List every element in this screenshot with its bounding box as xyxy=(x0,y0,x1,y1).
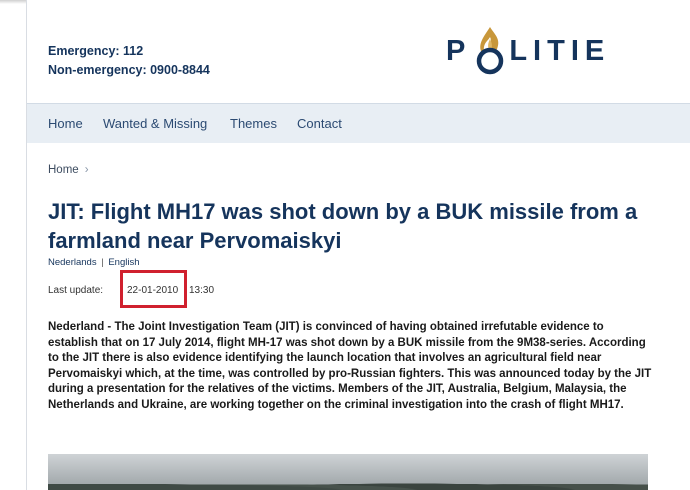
logo-wordmark: P LITIE xyxy=(446,25,610,77)
nav-themes[interactable]: Themes xyxy=(230,116,277,131)
site-header: Emergency: 112 Non-emergency: 0900-8844 … xyxy=(27,0,690,103)
flame-emblem-icon xyxy=(473,25,507,77)
chevron-right-icon: › xyxy=(84,164,89,176)
nav-home[interactable]: Home xyxy=(48,116,83,131)
hero-treeline xyxy=(48,476,648,490)
non-emergency-number: Non-emergency: 0900-8844 xyxy=(48,63,210,77)
contact-info: Emergency: 112 Non-emergency: 0900-8844 xyxy=(48,42,210,80)
last-update-time: 13:30 xyxy=(189,285,215,296)
breadcrumb: Home › xyxy=(48,164,89,176)
language-separator: | xyxy=(101,257,104,268)
breadcrumb-home[interactable]: Home xyxy=(48,164,79,176)
nav-wanted-missing[interactable]: Wanted & Missing xyxy=(103,116,207,131)
page-title: JIT: Flight MH17 was shot down by a BUK … xyxy=(48,199,638,253)
logo-text-before: P xyxy=(446,34,472,67)
last-update-label: Last update: xyxy=(48,285,104,296)
language-english[interactable]: English xyxy=(108,257,139,268)
article-intro: Nederland - The Joint Investigation Team… xyxy=(48,321,652,411)
language-switcher: Nederlands | English xyxy=(48,257,140,268)
logo-text-after: LITIE xyxy=(509,34,611,67)
nav-contact[interactable]: Contact xyxy=(297,116,342,131)
main-navigation: Home Wanted & Missing Themes Contact xyxy=(27,103,690,143)
politie-logo[interactable]: P LITIE xyxy=(446,22,610,80)
language-dutch[interactable]: Nederlands xyxy=(48,257,97,268)
last-update-date: 22-01-2010 xyxy=(127,285,179,296)
emergency-number: Emergency: 112 xyxy=(48,44,144,58)
article-hero-image xyxy=(48,454,648,490)
